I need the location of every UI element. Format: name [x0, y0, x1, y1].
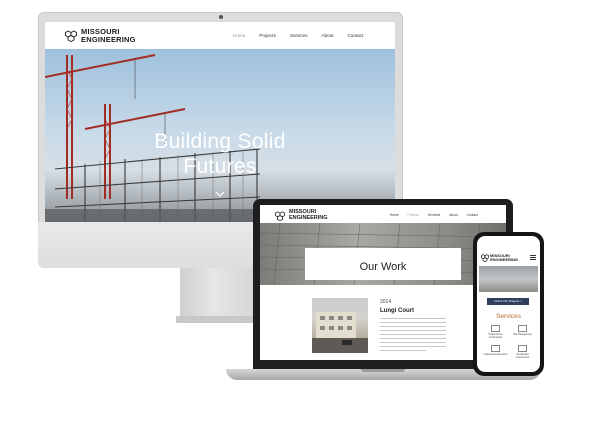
project-description-placeholder: [380, 318, 446, 354]
brand-logo-text[interactable]: MISSOURI ENGINEERING: [289, 209, 328, 221]
logo-icon[interactable]: [481, 254, 489, 262]
project-name[interactable]: Lungi Court: [380, 308, 414, 314]
hero-title-line-2: Futures: [183, 155, 257, 178]
nav-services-link[interactable]: Services: [428, 213, 440, 217]
desktop-nav-links: Home Projects Services About Contact: [233, 33, 363, 38]
brand-logo-text[interactable]: MISSOURI ENGINEERING: [490, 254, 518, 262]
brand-line-2: ENGINEERING: [289, 214, 328, 221]
laptop-notch: [361, 369, 405, 372]
residential-icon: [518, 345, 527, 352]
nav-about-link[interactable]: About: [322, 33, 334, 38]
hero-image: Building Solid Futures: [45, 49, 395, 222]
laptop-screen: MISSOURI ENGINEERING Home Projects Servi…: [260, 205, 506, 360]
desktop-navbar: MISSOURI ENGINEERING Home Projects Servi…: [45, 22, 395, 49]
hamburger-menu-icon[interactable]: [530, 255, 536, 261]
service-label: Site Management: [513, 333, 532, 336]
laptop-nav-links: Home Projects Services About Contact: [390, 213, 478, 217]
nav-home-link[interactable]: Home: [233, 33, 245, 38]
brand-line-2: ENGINEERING: [81, 34, 136, 44]
nav-services-link[interactable]: Services: [290, 33, 308, 38]
brand-line-2: ENGINEERING: [490, 257, 519, 262]
hero-title-line-1: Building Solid: [154, 130, 286, 153]
service-label: Infrastructure Construction: [488, 333, 503, 339]
infrastructure-icon: [491, 325, 500, 332]
nav-contact-link[interactable]: Contact: [467, 213, 478, 217]
industrial-icon: [491, 345, 500, 352]
service-card-site-management[interactable]: Site Management: [510, 324, 535, 340]
nav-about-link[interactable]: About: [449, 213, 457, 217]
desktop-screen: MISSOURI ENGINEERING Home Projects Servi…: [45, 22, 395, 222]
services-heading: Services: [496, 313, 521, 320]
scroll-down-chevron-icon[interactable]: [215, 189, 225, 199]
camera-icon: [219, 15, 223, 19]
phone-screen: MISSOURI ENGINEERING Check Our Projects …: [477, 236, 540, 372]
service-label: Industrial Construction: [483, 353, 508, 356]
logo-icon[interactable]: [65, 30, 77, 42]
nav-projects-link[interactable]: Projects: [408, 213, 420, 217]
page-title: Our Work: [359, 261, 407, 273]
logo-icon[interactable]: [275, 211, 285, 221]
project-year: 2014: [380, 299, 392, 305]
service-label: Residential Construction: [515, 353, 530, 359]
building-image: [312, 312, 368, 353]
service-card-infrastructure[interactable]: Infrastructure Construction: [483, 324, 508, 340]
nav-home-link[interactable]: Home: [390, 213, 399, 217]
hero-title: Building Solid Futures: [105, 129, 335, 179]
service-card-residential[interactable]: Residential Construction: [510, 344, 535, 360]
brand-logo-text[interactable]: MISSOURI ENGINEERING: [81, 28, 136, 43]
monitor-stand: [180, 268, 262, 318]
site-management-icon: [518, 325, 527, 332]
project-photo[interactable]: [312, 298, 368, 353]
nav-projects-link[interactable]: Projects: [259, 33, 276, 38]
check-projects-button[interactable]: Check Our Projects >: [487, 298, 529, 305]
nav-contact-link[interactable]: Contact: [348, 33, 364, 38]
phone-hero-image: [479, 266, 538, 292]
service-card-industrial[interactable]: Industrial Construction: [483, 344, 508, 360]
